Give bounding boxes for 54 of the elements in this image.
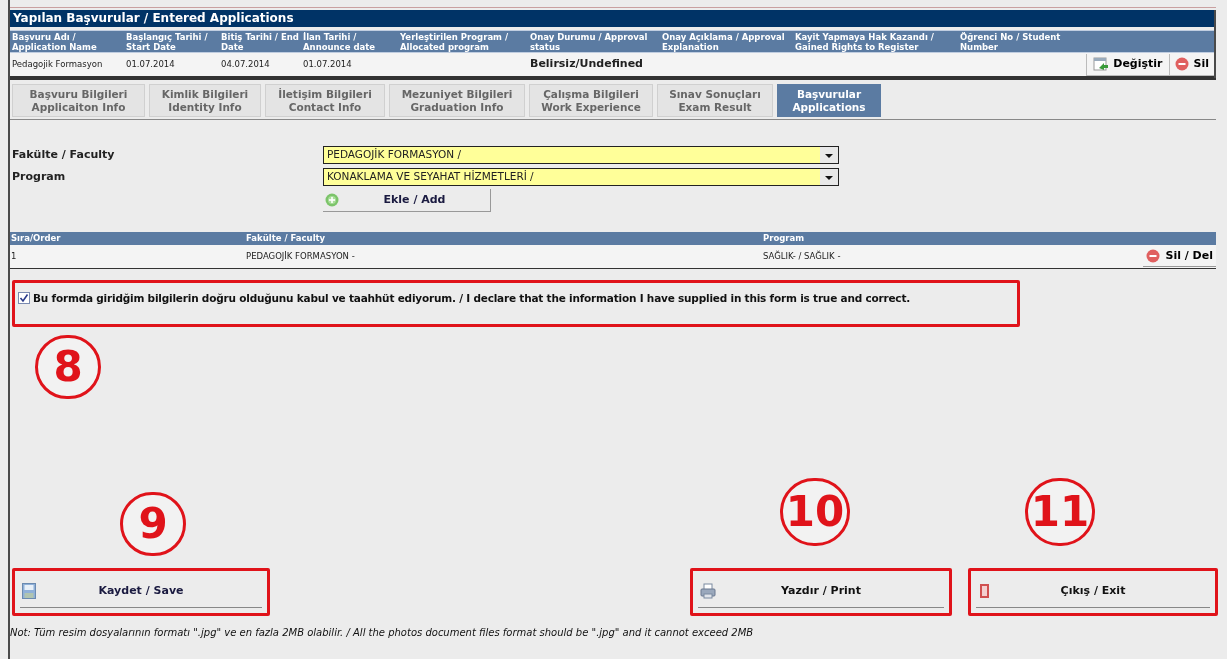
- add-button[interactable]: Ekle / Add: [323, 189, 491, 212]
- plus-icon: [325, 193, 339, 207]
- column-header: Sıra/Order: [10, 232, 62, 245]
- checkbox[interactable]: [18, 292, 30, 304]
- column-header: Onay Durumu / Approval status: [529, 31, 649, 52]
- dropdown-field[interactable]: KONAKLAMA VE SEYAHAT HİZMETLERİ /: [323, 168, 839, 186]
- tab[interactable]: İletişim Bilgileri Contact Info: [265, 84, 385, 117]
- column-header: Başlangıç Tarihi / Start Date: [125, 31, 209, 52]
- column-header: Öğrenci No / Student Number: [959, 31, 1062, 52]
- tab[interactable]: Mezuniyet Bilgileri Graduation Info: [389, 84, 525, 117]
- checkmark-icon: [19, 293, 29, 303]
- edit-button[interactable]: Değiştir: [1086, 53, 1169, 76]
- dropdown-field[interactable]: PEDAGOJİK FORMASYON /: [323, 146, 839, 164]
- tab[interactable]: Çalışma Bilgileri Work Experience: [529, 84, 653, 117]
- column-header: Program: [762, 232, 806, 245]
- column-header: İlan Tarihi / Announce date: [302, 31, 377, 52]
- table-cell-text: 04.07.2014: [220, 58, 271, 71]
- field-label: Fakülte / Faculty: [11, 146, 116, 163]
- tab[interactable]: Kimlik Bilgileri Identity Info: [149, 84, 261, 117]
- table-cell-text: 01.07.2014: [125, 58, 176, 71]
- minus-icon: [1146, 249, 1161, 263]
- print-button[interactable]: Yazdır / Print: [698, 576, 944, 608]
- column-header: Onay Açıklama / Approval Explanation: [661, 31, 786, 52]
- column-header: Kayit Yapmaya Hak Kazandı / Gained Rights to Register: [794, 31, 935, 52]
- annotation-number: 8: [35, 335, 101, 399]
- table-cell-text: PEDAGOJİK FORMASYON -: [245, 250, 356, 263]
- field-label: Program: [11, 168, 67, 185]
- table-cell-text: 1: [10, 250, 18, 263]
- column-header: Fakülte / Faculty: [245, 232, 327, 245]
- save-button[interactable]: Kaydet / Save: [20, 576, 262, 608]
- printer-icon: [700, 583, 716, 599]
- tab[interactable]: Sınav Sonuçları Exam Result: [657, 84, 773, 117]
- edit-icon: [1093, 57, 1110, 71]
- dropdown-value: PEDAGOJİK FORMASYON /: [326, 147, 463, 163]
- exit-button[interactable]: Çıkış / Exit: [976, 576, 1210, 608]
- column-header: Bitiş Tarihi / End Date: [220, 31, 300, 52]
- tab[interactable]: Başvuru Bilgileri Applicaiton Info: [12, 84, 145, 117]
- note-text: Not: Tüm resim dosyalarının formatı ".jpg" ve en fazla 2MB olabilir. / All the photos document files format should be ".jpg" and it cannot exceed 2MB: [10, 627, 754, 638]
- declaration-text: Bu formda giridğim bilgilerin doğru olduğunu kabul ve taahhüt ediyorum. / I declare that the information I have supplied in this form is true and correct.: [33, 291, 910, 306]
- table-cell-text: Pedagojik Formasyon: [11, 58, 104, 71]
- annotation-number: 11: [1025, 478, 1095, 546]
- minus-icon: [1174, 57, 1189, 71]
- dropdown-value: KONAKLAMA VE SEYAHAT HİZMETLERİ /: [326, 169, 535, 185]
- annotation-number: 10: [780, 478, 850, 546]
- table-cell-text: SAĞLIK- / SAĞLIK -: [762, 250, 842, 263]
- delete-button[interactable]: Sil / Del: [1143, 246, 1216, 267]
- tab[interactable]: Başvurular Applications: [777, 84, 881, 117]
- column-header: Başvuru Adı / Application Name: [11, 31, 98, 52]
- annotation-number: 9: [120, 492, 186, 556]
- column-header: Yerleştirilen Program / Allocated program: [399, 31, 510, 52]
- delete-button[interactable]: Sil: [1168, 53, 1214, 76]
- section-title: Yapılan Başvurular / Entered Applications: [10, 10, 1214, 27]
- table-cell-text: 01.07.2014: [302, 58, 353, 71]
- table-cell-text: Belirsiz/Undefined: [529, 56, 644, 73]
